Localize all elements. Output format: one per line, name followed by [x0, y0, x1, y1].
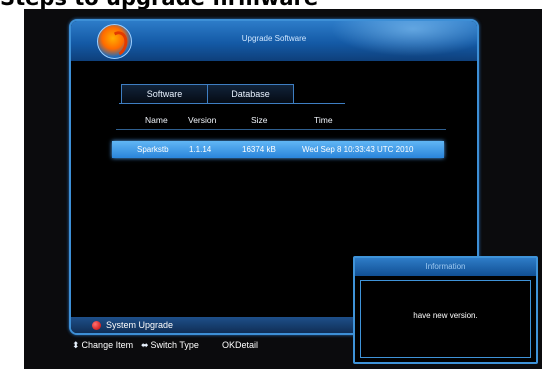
- red-button-icon: [92, 321, 101, 330]
- popup-title: Information: [355, 258, 536, 276]
- system-upgrade-label[interactable]: System Upgrade: [106, 320, 173, 330]
- dialog-titlebar: Upgrade Software: [71, 21, 477, 61]
- column-header-name: Name: [145, 115, 168, 125]
- ok-icon: OK: [222, 340, 236, 350]
- up-down-arrow-icon: ⬍: [72, 340, 80, 350]
- page-caption: Steps to upgrade firmware: [0, 0, 550, 9]
- popup-body: have new version.: [360, 280, 531, 358]
- row-size: 16374 kB: [242, 145, 276, 154]
- row-time: Wed Sep 8 10:33:43 UTC 2010: [302, 145, 414, 154]
- hint-ok-detail: OKDetail: [222, 340, 258, 350]
- table-row-selected[interactable]: Sparkstb 1.1.14 16374 kB Wed Sep 8 10:33…: [112, 141, 444, 158]
- left-right-arrow-icon: ⬌: [141, 340, 149, 350]
- hint-switch-type-label: Switch Type: [150, 340, 199, 350]
- popup-message: have new version.: [413, 311, 478, 320]
- tab-software[interactable]: Software: [121, 84, 208, 104]
- row-version: 1.1.14: [189, 145, 212, 154]
- column-header-version: Version: [188, 115, 217, 125]
- hint-switch-type: ⬌ Switch Type: [141, 340, 199, 351]
- column-header-time: Time: [314, 115, 333, 125]
- row-name: Sparkstb: [137, 145, 169, 154]
- hint-change-item: ⬍ Change Item: [72, 340, 133, 351]
- table-header: Name Version Size Time: [71, 115, 477, 127]
- information-popup: Information have new version.: [353, 256, 538, 364]
- tab-underline: [119, 103, 345, 104]
- column-header-size: Size: [251, 115, 268, 125]
- header-divider: [116, 129, 446, 130]
- tab-database[interactable]: Database: [207, 84, 294, 104]
- hint-detail-label: Detail: [235, 340, 259, 350]
- hint-change-item-label: Change Item: [81, 340, 134, 350]
- dialog-title: Upgrade Software: [241, 34, 307, 43]
